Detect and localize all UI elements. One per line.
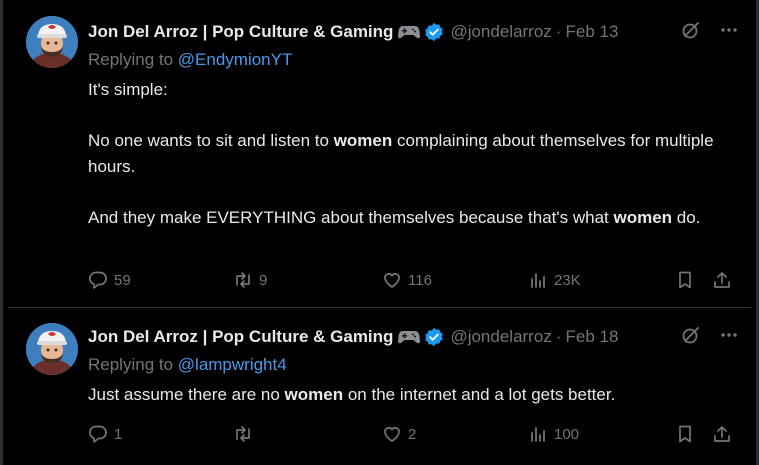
tweet-paragraph: It's simple: <box>88 77 735 103</box>
display-name[interactable]: Jon Del Arroz | Pop Culture & Gaming <box>88 22 393 42</box>
highlighted-keyword: women <box>284 385 344 404</box>
share-button[interactable] <box>712 268 732 292</box>
text-run: No one wants to sit and listen to <box>88 131 334 150</box>
text-run: And they make EVERYTHING about themselve… <box>88 207 614 227</box>
like-count: 116 <box>408 271 432 289</box>
tweet-header: Jon Del Arroz | Pop Culture & Gaming @jo… <box>88 20 739 44</box>
replying-to-label: Replying to <box>88 50 178 69</box>
reply-icon <box>89 425 107 443</box>
tweet-date[interactable]: Feb 13 <box>565 22 618 42</box>
bookmark-icon <box>679 271 691 289</box>
tweet-text: It's simple: No one wants to sit and lis… <box>88 77 735 230</box>
reply-button[interactable]: 59 <box>88 268 131 292</box>
repost-icon <box>236 426 250 442</box>
user-handle[interactable]: @jondelarroz <box>450 327 551 347</box>
repost-button[interactable] <box>233 422 259 446</box>
repost-button[interactable]: 9 <box>233 268 267 292</box>
gamepad-icon <box>398 24 421 40</box>
bookmark-icon <box>679 425 691 443</box>
tweet[interactable]: Jon Del Arroz | Pop Culture & Gaming @jo… <box>0 0 759 307</box>
user-handle[interactable]: @jondelarroz <box>450 22 551 42</box>
views-icon <box>531 427 545 442</box>
separator-dot: · <box>555 22 562 41</box>
tweet-paragraph: Just assume there are no women on the in… <box>88 382 735 408</box>
avatar[interactable] <box>26 16 78 68</box>
text-run: on the internet and a lot gets better. <box>343 385 616 404</box>
text-run: It's simple: <box>88 80 168 99</box>
more-icon[interactable] <box>719 325 739 350</box>
view-count: 23K <box>554 271 581 289</box>
views-button[interactable]: 23K <box>528 268 581 292</box>
more-icon[interactable] <box>719 20 739 45</box>
tweet-text: Just assume there are no women on the in… <box>88 382 735 408</box>
avatar[interactable] <box>26 323 78 375</box>
verified-badge-icon[interactable] <box>424 22 444 42</box>
like-button[interactable]: 116 <box>382 268 432 292</box>
like-button[interactable]: 2 <box>382 422 416 446</box>
highlighted-keyword: women <box>333 131 393 150</box>
highlighted-keyword: women <box>613 207 673 227</box>
tweet-actions: 1 2 100 <box>88 422 739 446</box>
tweet-paragraph: No one wants to sit and listen to women … <box>88 128 735 179</box>
replying-to-link[interactable]: @lampwright4 <box>178 355 287 374</box>
tweet-header: Jon Del Arroz | Pop Culture & Gaming @jo… <box>88 325 739 349</box>
view-count: 100 <box>554 425 580 443</box>
share-icon <box>714 426 730 442</box>
verified-badge-icon[interactable] <box>424 327 444 347</box>
like-icon <box>384 273 400 288</box>
share-button[interactable] <box>712 422 732 446</box>
gamepad-icon <box>398 329 421 345</box>
bookmark-button[interactable] <box>675 268 695 292</box>
text-run: do. <box>672 207 701 227</box>
tweet-actions: 59 9 116 23K <box>88 268 739 292</box>
repost-icon <box>236 272 250 288</box>
replying-to: Replying to @EndymionYT <box>88 50 292 70</box>
tweet-paragraph: And they make EVERYTHING about themselve… <box>88 205 735 231</box>
text-run: Just assume there are no <box>88 385 285 404</box>
replying-to-label: Replying to <box>88 355 178 374</box>
separator-dot: · <box>555 327 562 346</box>
reply-count: 59 <box>114 271 131 289</box>
share-icon <box>714 272 730 288</box>
reply-button[interactable]: 1 <box>88 422 122 446</box>
views-button[interactable]: 100 <box>528 422 579 446</box>
like-icon <box>384 427 400 442</box>
tweet-date[interactable]: Feb 18 <box>565 327 618 347</box>
tweet[interactable]: Jon Del Arroz | Pop Culture & Gaming @jo… <box>0 308 759 465</box>
grok-icon[interactable] <box>681 325 701 350</box>
replying-to: Replying to @lampwright4 <box>88 355 287 375</box>
like-count: 2 <box>408 425 417 443</box>
reply-icon <box>89 271 107 289</box>
grok-icon[interactable] <box>681 20 701 45</box>
bookmark-button[interactable] <box>675 422 695 446</box>
replying-to-link[interactable]: @EndymionYT <box>178 50 293 69</box>
reply-count: 1 <box>114 425 123 443</box>
display-name[interactable]: Jon Del Arroz | Pop Culture & Gaming <box>88 327 393 347</box>
repost-count: 9 <box>259 271 268 289</box>
views-icon <box>531 273 545 288</box>
